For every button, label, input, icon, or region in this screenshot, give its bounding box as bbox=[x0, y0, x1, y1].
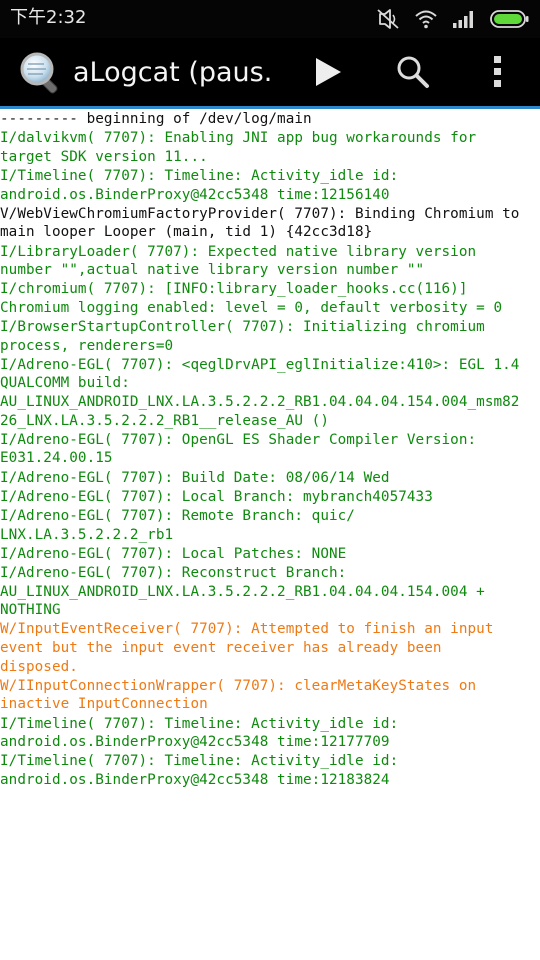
log-line: Chromium logging enabled: level = 0, def… bbox=[0, 299, 503, 316]
log-entry[interactable]: --------- beginning of /dev/log/main bbox=[0, 110, 540, 129]
app-magnifier-icon[interactable] bbox=[18, 50, 64, 96]
status-bar: 下午2:32 bbox=[0, 0, 540, 38]
wifi-icon bbox=[414, 9, 438, 29]
log-line: I/LibraryLoader( 7707): Expected native … bbox=[0, 243, 477, 260]
app-title: aLogcat (paus. bbox=[73, 57, 273, 88]
status-time: 下午2:32 bbox=[10, 7, 87, 28]
search-button[interactable] bbox=[391, 52, 435, 96]
log-view[interactable]: --------- beginning of /dev/log/main I/da… bbox=[0, 110, 540, 960]
log-line: AU_LINUX_ANDROID_LNX.LA.3.5.2.2.2_RB1.04… bbox=[0, 583, 485, 600]
log-line: number "",actual native library version … bbox=[0, 262, 425, 279]
mute-icon bbox=[376, 8, 400, 30]
log-line: W/IInputConnectionWrapper( 7707): clearM… bbox=[0, 677, 477, 694]
log-line: I/Adreno-EGL( 7707): <qeglDrvAPI_eglInit… bbox=[0, 356, 520, 373]
log-line: W/InputEventReceiver( 7707): Attempted t… bbox=[0, 621, 494, 638]
log-entry[interactable]: I/dalvikvm( 7707): Enabling JNI app bug … bbox=[0, 129, 540, 166]
log-entry[interactable]: I/Timeline( 7707): Timeline: Activity_id… bbox=[0, 715, 540, 752]
log-entry[interactable]: I/BrowserStartupController( 7707): Initi… bbox=[0, 318, 540, 355]
log-line: I/Adreno-EGL( 7707): OpenGL ES Shader Co… bbox=[0, 431, 477, 448]
log-line: process, renderers=0 bbox=[0, 337, 174, 354]
log-line: I/Adreno-EGL( 7707): Local Branch: mybra… bbox=[0, 488, 433, 505]
log-line: I/BrowserStartupController( 7707): Initi… bbox=[0, 319, 485, 336]
log-line: LNX.LA.3.5.2.2.2_rb1 bbox=[0, 526, 174, 543]
log-entry[interactable]: I/Adreno-EGL( 7707): OpenGL ES Shader Co… bbox=[0, 431, 540, 468]
log-line: NOTHING bbox=[0, 602, 61, 619]
log-entry[interactable]: I/Adreno-EGL( 7707): Local Patches: NONE bbox=[0, 545, 540, 564]
log-entry[interactable]: I/Timeline( 7707): Timeline: Activity_id… bbox=[0, 752, 540, 789]
log-entry[interactable]: I/LibraryLoader( 7707): Expected native … bbox=[0, 243, 540, 280]
log-line: I/Adreno-EGL( 7707): Remote Branch: quic… bbox=[0, 508, 355, 524]
status-icons bbox=[376, 7, 530, 31]
log-line: E031.24.00.15 bbox=[0, 450, 113, 467]
log-header-line: --------- beginning of /dev/log/main bbox=[0, 111, 312, 127]
log-entry[interactable]: W/InputEventReceiver( 7707): Attempted t… bbox=[0, 620, 540, 676]
log-line: android.os.BinderProxy@42cc5348 time:121… bbox=[0, 734, 390, 751]
log-line: I/dalvikvm( 7707): Enabling JNI app bug … bbox=[0, 130, 477, 147]
log-line: target SDK version 11... bbox=[0, 148, 208, 165]
log-entry[interactable]: I/Adreno-EGL( 7707): Reconstruct Branch:… bbox=[0, 564, 540, 620]
action-bar: aLogcat (paus. bbox=[0, 38, 540, 106]
search-icon bbox=[396, 55, 430, 93]
log-line: main looper Looper (main, tid 1) {42cc3d… bbox=[0, 224, 373, 241]
log-entry[interactable]: W/IInputConnectionWrapper( 7707): clearM… bbox=[0, 677, 540, 714]
signal-icon bbox=[452, 9, 476, 29]
log-line: I/Timeline( 7707): Timeline: Activity_id… bbox=[0, 167, 399, 184]
log-entry[interactable]: I/Adreno-EGL( 7707): Local Branch: mybra… bbox=[0, 488, 540, 507]
log-line: event but the input event receiver has a… bbox=[0, 639, 442, 656]
log-line: I/Adreno-EGL( 7707): Build Date: 08/06/1… bbox=[0, 469, 390, 486]
log-line: android.os.BinderProxy@42cc5348 time:121… bbox=[0, 186, 390, 203]
log-line: V/WebViewChromiumFactoryProvider( 7707):… bbox=[0, 205, 520, 222]
play-button[interactable] bbox=[306, 52, 350, 96]
action-bar-divider bbox=[0, 106, 540, 109]
log-line: I/Timeline( 7707): Timeline: Activity_id… bbox=[0, 753, 399, 770]
log-entry[interactable]: I/Adreno-EGL( 7707): <qeglDrvAPI_eglInit… bbox=[0, 356, 540, 430]
overflow-menu-button[interactable] bbox=[476, 52, 520, 96]
log-line: 26_LNX.LA.3.5.2.2.2_RB1__release_AU () bbox=[0, 412, 329, 429]
log-line: I/chromium( 7707): [INFO:library_loader_… bbox=[0, 281, 468, 298]
log-entry[interactable]: V/WebViewChromiumFactoryProvider( 7707):… bbox=[0, 205, 540, 242]
overflow-menu-icon bbox=[492, 55, 504, 93]
log-entry[interactable]: I/chromium( 7707): [INFO:library_loader_… bbox=[0, 280, 540, 317]
log-line: android.os.BinderProxy@42cc5348 time:121… bbox=[0, 771, 390, 788]
log-entry[interactable]: I/Adreno-EGL( 7707): Remote Branch: quic… bbox=[0, 507, 540, 544]
log-line: I/Adreno-EGL( 7707): Local Patches: NONE bbox=[0, 545, 347, 562]
log-line: inactive InputConnection bbox=[0, 696, 208, 713]
log-line: QUALCOMM build: bbox=[0, 375, 130, 392]
log-line: AU_LINUX_ANDROID_LNX.LA.3.5.2.2.2_RB1.04… bbox=[0, 394, 520, 411]
log-line: disposed. bbox=[0, 658, 78, 675]
log-line: I/Adreno-EGL( 7707): Reconstruct Branch: bbox=[0, 564, 347, 581]
battery-icon bbox=[490, 9, 530, 29]
log-line: I/Timeline( 7707): Timeline: Activity_id… bbox=[0, 715, 399, 732]
log-entry[interactable]: I/Timeline( 7707): Timeline: Activity_id… bbox=[0, 167, 540, 204]
log-entry[interactable]: I/Adreno-EGL( 7707): Build Date: 08/06/1… bbox=[0, 469, 540, 488]
play-icon bbox=[313, 56, 343, 92]
